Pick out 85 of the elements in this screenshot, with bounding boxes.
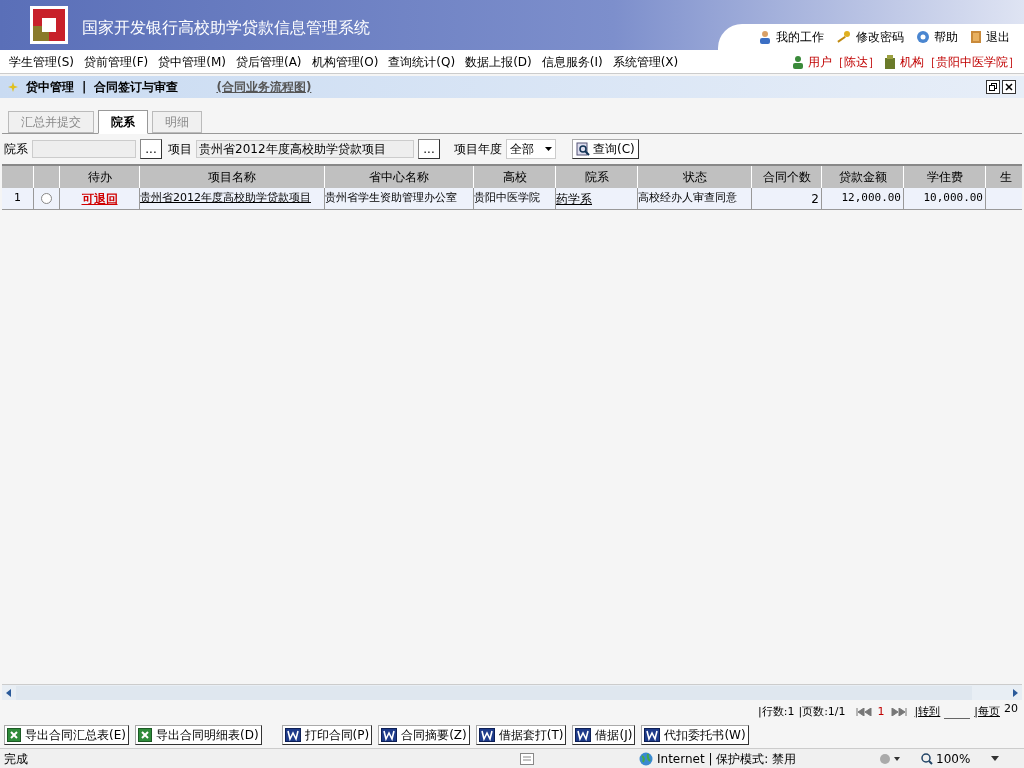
logo-icon (30, 6, 68, 44)
breadcrumb-section: 贷中管理 (26, 78, 74, 96)
search-icon (576, 142, 590, 156)
menu-item[interactable]: 数据上报(D) (460, 52, 537, 71)
last-page-icon[interactable] (888, 708, 907, 716)
row-number: 1 (2, 188, 34, 209)
spreadsheet-icon (7, 728, 21, 742)
caret-icon (545, 147, 552, 151)
per-page-link[interactable]: |每页 (974, 703, 1000, 721)
dept-field[interactable] (32, 140, 136, 158)
toolbar-button[interactable]: 导出合同明细表(D) (134, 725, 262, 745)
menu-item[interactable]: 学生管理(S) (4, 52, 79, 71)
restore-button[interactable] (986, 80, 1000, 94)
menu-item[interactable]: 贷前管理(F) (79, 52, 154, 71)
restore-icon (989, 83, 997, 91)
table-cell: 贵州省学生资助管理办公室 (325, 188, 474, 209)
toolbar-button[interactable]: 打印合同(P) (281, 725, 373, 745)
todo-link[interactable]: 可退回 (81, 189, 118, 208)
project-label: 项目 (168, 141, 192, 158)
project-link[interactable]: 贵州省2012年度高校助学贷款项目 (140, 190, 311, 207)
goto-link[interactable]: |转到 (914, 703, 941, 721)
document-icon (284, 728, 301, 742)
current-page: 1 (877, 703, 885, 720)
door-icon (970, 30, 982, 44)
toolbar-button[interactable]: 借据套打(T) (475, 725, 567, 745)
menu-item[interactable]: 信息服务(I) (536, 52, 608, 71)
table-row[interactable]: 1 可退回 贵州省2012年度高校助学贷款项目 贵州省学生资助管理办公室 贵阳中医学院 药学系 高校经办人审查同意 2 12,000.00 10,000.00 (2, 188, 1022, 210)
status-text: 完成 (3, 750, 29, 768)
person-icon (792, 54, 804, 69)
toolbar-button[interactable]: 代扣委托书(W) (641, 725, 749, 745)
header-link[interactable]: 修改密码 (836, 28, 904, 46)
menu-item[interactable]: 贷中管理(M) (153, 52, 231, 71)
key-icon (836, 30, 852, 44)
star-icon (8, 82, 18, 92)
table-cell: 12,000.00 (822, 188, 904, 209)
query-button[interactable]: 查询(C) (572, 139, 639, 159)
close-button[interactable] (1002, 80, 1016, 94)
user-label: 用户［陈达］ (808, 53, 880, 71)
breadcrumb-separator: | (82, 79, 87, 96)
project-field[interactable]: 贵州省2012年度高校助学贷款项目 (196, 140, 414, 158)
per-page-value: 20 (1004, 700, 1018, 717)
browse-button[interactable]: ... (418, 139, 440, 159)
header-link[interactable]: 我的工作 (758, 28, 824, 46)
app-title: 国家开发银行高校助学贷款信息管理系统 (82, 17, 370, 39)
first-page-icon[interactable] (855, 708, 874, 716)
toolbar-button[interactable]: 合同摘要(Z) (378, 725, 470, 745)
toolbar-button[interactable]: 借据(J) (572, 725, 636, 745)
help-icon (916, 30, 930, 44)
table-cell: 2 (752, 188, 822, 209)
dept-link[interactable]: 药学系 (556, 189, 592, 208)
menu-item[interactable]: 贷后管理(A) (230, 52, 307, 71)
table-cell: 高校经办人审查同意 (638, 188, 752, 209)
flowchart-link[interactable]: (合同业务流程图) (216, 78, 312, 96)
close-icon (1005, 83, 1013, 91)
page-icon (520, 752, 534, 765)
spreadsheet-icon (137, 728, 152, 742)
toolbar-button[interactable]: 导出合同汇总表(E) (4, 725, 129, 745)
org-label: 机构［贵阳中医学院］ (900, 53, 1020, 71)
document-icon (644, 728, 661, 742)
header-link[interactable]: 退出 (970, 28, 1010, 46)
browse-button[interactable]: ... (140, 139, 162, 159)
tab[interactable]: 院系 (98, 110, 148, 134)
building-icon (884, 54, 896, 69)
menu-item[interactable]: 系统管理(X) (607, 52, 684, 71)
breadcrumb-page: 合同签订与审查 (94, 79, 179, 96)
globe-icon (639, 751, 653, 766)
table-cell: 10,000.00 (904, 188, 986, 209)
menu-item[interactable]: 查询统计(Q) (383, 52, 461, 71)
menu-item[interactable]: 机构管理(O) (306, 52, 384, 71)
page-count: |页数:1/1 (798, 703, 846, 720)
document-icon (381, 728, 398, 742)
zoom-icon (921, 752, 933, 765)
year-label: 项目年度 (454, 141, 502, 158)
row-count: |行数:1 (758, 703, 795, 720)
zoom-level: 100% (936, 750, 971, 768)
document-icon (478, 728, 495, 742)
year-dropdown[interactable]: 全部 (506, 139, 556, 159)
caret-icon[interactable] (991, 756, 1000, 761)
document-icon (575, 728, 592, 742)
row-radio[interactable] (41, 193, 52, 204)
table-cell: 贵阳中医学院 (474, 188, 556, 209)
person-icon (758, 30, 772, 44)
dept-label: 院系 (4, 141, 28, 158)
header-link[interactable]: 帮助 (916, 28, 958, 46)
security-zone: Internet | 保护模式: 禁用 (657, 750, 797, 768)
